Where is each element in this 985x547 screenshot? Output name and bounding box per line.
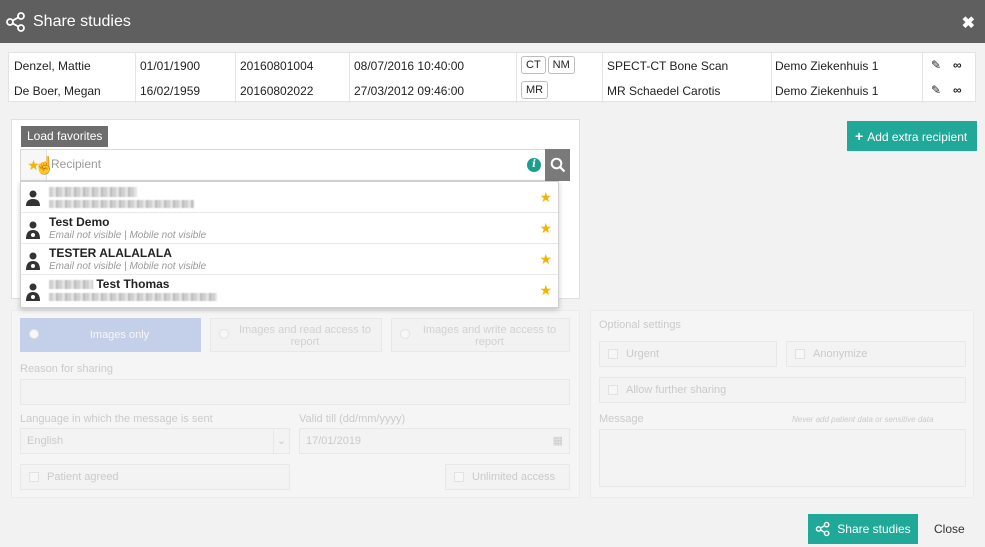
star-icon[interactable]: ★: [539, 189, 552, 206]
accession-number: 20160801004: [240, 59, 314, 73]
optional-settings-title: Optional settings: [599, 319, 681, 331]
doctor-icon: [26, 283, 40, 301]
table-row[interactable]: Denzel, Mattie 01/01/1900 20160801004 08…: [9, 53, 975, 78]
accession-number: 20160802022: [240, 84, 314, 98]
share-studies-button[interactable]: Share studies: [808, 514, 918, 544]
message-label: Message: [599, 413, 644, 425]
access-option-images-only[interactable]: Images only: [20, 318, 201, 352]
list-item[interactable]: ★: [21, 182, 558, 213]
valid-till-label: Valid till (dd/mm/yyyy): [299, 413, 406, 425]
search-button[interactable]: [545, 149, 570, 181]
doctor-icon: [26, 252, 40, 270]
modality-badge: NM: [547, 56, 575, 74]
institution: Demo Ziekenhuis 1: [775, 84, 879, 98]
unlimited-access-checkbox[interactable]: Unlimited access: [445, 464, 570, 490]
message-hint: Never add patient data or sensitive data: [792, 415, 934, 424]
patient-agreed-checkbox[interactable]: Patient agreed: [20, 464, 290, 490]
person-icon: [26, 190, 40, 206]
share-icon: [816, 521, 830, 537]
list-item[interactable]: Test Thomas ★: [21, 275, 558, 306]
edit-icon[interactable]: ✎: [931, 58, 941, 72]
study-description: SPECT-CT Bone Scan: [607, 59, 729, 73]
calendar-icon[interactable]: ▦: [553, 429, 563, 453]
star-icon[interactable]: ★: [539, 220, 552, 237]
language-select[interactable]: English ⌄: [20, 428, 290, 454]
modality-badge: CT: [521, 56, 546, 74]
add-extra-recipient-button[interactable]: + Add extra recipient: [847, 121, 977, 151]
search-icon: [550, 157, 565, 173]
list-item[interactable]: Test Demo Email not visible | Mobile not…: [21, 213, 558, 244]
table-row[interactable]: De Boer, Megan 16/02/1959 20160802022 27…: [9, 78, 975, 103]
star-icon[interactable]: ★: [539, 282, 552, 299]
anonymize-checkbox[interactable]: Anonymize: [786, 341, 966, 367]
message-textarea[interactable]: [599, 429, 966, 487]
link-icon[interactable]: ∞: [953, 83, 962, 97]
link-icon[interactable]: ∞: [953, 58, 962, 72]
access-option-write[interactable]: Images and write access to report: [391, 318, 570, 352]
close-button[interactable]: Close: [934, 522, 965, 536]
list-item[interactable]: TESTER ALALALALA Email not visible | Mob…: [21, 244, 558, 275]
study-datetime: 08/07/2016 10:40:00: [354, 59, 465, 73]
edit-icon[interactable]: ✎: [931, 83, 941, 97]
valid-till-input[interactable]: 17/01/2019 ▦: [299, 428, 570, 454]
star-icon[interactable]: ★: [539, 251, 552, 268]
reason-label: Reason for sharing: [20, 363, 113, 375]
institution: Demo Ziekenhuis 1: [775, 59, 879, 73]
share-icon: [6, 11, 25, 32]
patient-dob: 01/01/1900: [140, 59, 201, 73]
hand-cursor-icon: ☝: [34, 156, 56, 175]
dialog-titlebar: Share studies ✖: [0, 0, 985, 43]
plus-icon: +: [855, 128, 864, 144]
access-option-read[interactable]: Images and read access to report: [210, 318, 382, 352]
chevron-down-icon: ⌄: [273, 429, 289, 453]
study-description: MR Schaedel Carotis: [607, 84, 721, 98]
info-icon[interactable]: i: [527, 158, 541, 172]
study-datetime: 27/03/2012 09:46:00: [354, 84, 465, 98]
patient-name: Denzel, Mattie: [14, 59, 91, 73]
modality-badge: MR: [521, 81, 549, 99]
studies-table: Denzel, Mattie 01/01/1900 20160801004 08…: [8, 52, 976, 103]
recipient-dropdown: ★ Test Demo Email not visible | Mobile n…: [20, 181, 559, 308]
patient-name: De Boer, Megan: [14, 84, 101, 98]
language-label: Language in which the message is sent: [20, 413, 213, 425]
recipient-field: ★ i: [20, 149, 546, 181]
close-icon[interactable]: ✖: [962, 13, 975, 33]
load-favorites-button[interactable]: Load favorites: [21, 126, 109, 147]
recipient-input[interactable]: [51, 157, 511, 171]
allow-further-sharing-checkbox[interactable]: Allow further sharing: [599, 377, 966, 403]
dialog-title: Share studies: [33, 12, 131, 30]
patient-dob: 16/02/1959: [140, 84, 201, 98]
urgent-checkbox[interactable]: Urgent: [599, 341, 777, 367]
doctor-icon: [26, 221, 40, 239]
reason-input[interactable]: [20, 379, 570, 405]
